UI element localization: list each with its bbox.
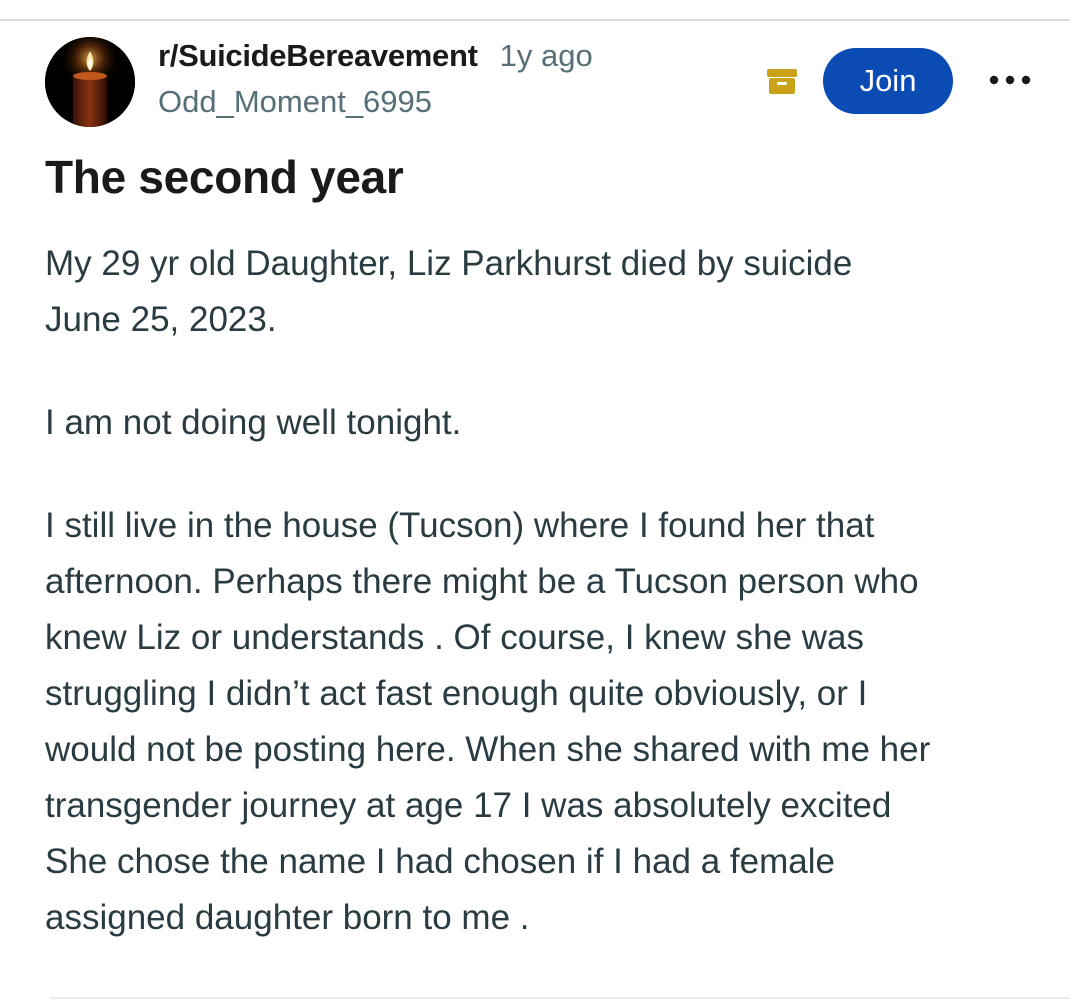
meta-line: r/SuicideBereavement 1y ago xyxy=(158,38,593,80)
body-paragraph-3: I still live in the house (Tucson) where… xyxy=(45,498,1045,946)
body-paragraph-2: I am not doing well tonight. xyxy=(45,395,1045,451)
post-age: 1y ago xyxy=(499,38,593,73)
candle-graphic xyxy=(45,37,135,127)
post-body: My 29 yr old Daughter, Liz Parkhurst die… xyxy=(45,236,1045,993)
author-link[interactable]: Odd_Moment_6995 xyxy=(158,82,593,122)
post-header: r/SuicideBereavement 1y ago Odd_Moment_6… xyxy=(0,0,1070,140)
body-line: I am not doing well tonight. xyxy=(45,403,462,442)
body-line: June 25, 2023. xyxy=(45,300,277,339)
body-line: My 29 yr old Daughter, Liz Parkhurst die… xyxy=(45,244,853,283)
body-line: assigned daughter born to me . xyxy=(45,898,530,937)
body-line: knew Liz or understands . Of course, I k… xyxy=(45,618,864,657)
post-title[interactable]: The second year xyxy=(45,148,404,206)
body-line: afternoon. Perhaps there might be a Tucs… xyxy=(45,562,919,601)
body-line: transgender journey at age 17 I was abso… xyxy=(45,786,892,825)
bottom-divider xyxy=(50,997,1070,999)
post-meta: r/SuicideBereavement 1y ago Odd_Moment_6… xyxy=(158,38,593,122)
post: r/SuicideBereavement 1y ago Odd_Moment_6… xyxy=(0,0,1070,1000)
join-button[interactable]: Join xyxy=(823,48,953,114)
candle-icon[interactable] xyxy=(45,37,135,127)
body-paragraph-1: My 29 yr old Daughter, Liz Parkhurst die… xyxy=(45,236,1045,348)
more-options-icon[interactable] xyxy=(985,63,1035,97)
body-line: struggling I didn’t act fast enough quit… xyxy=(45,674,868,713)
body-line: I still live in the house (Tucson) where… xyxy=(45,506,875,545)
subreddit-link[interactable]: r/SuicideBereavement xyxy=(158,38,478,74)
body-line: would not be posting here. When she shar… xyxy=(45,730,931,769)
body-line: She chose the name I had chosen if I had… xyxy=(45,842,835,881)
archive-icon xyxy=(765,66,799,96)
